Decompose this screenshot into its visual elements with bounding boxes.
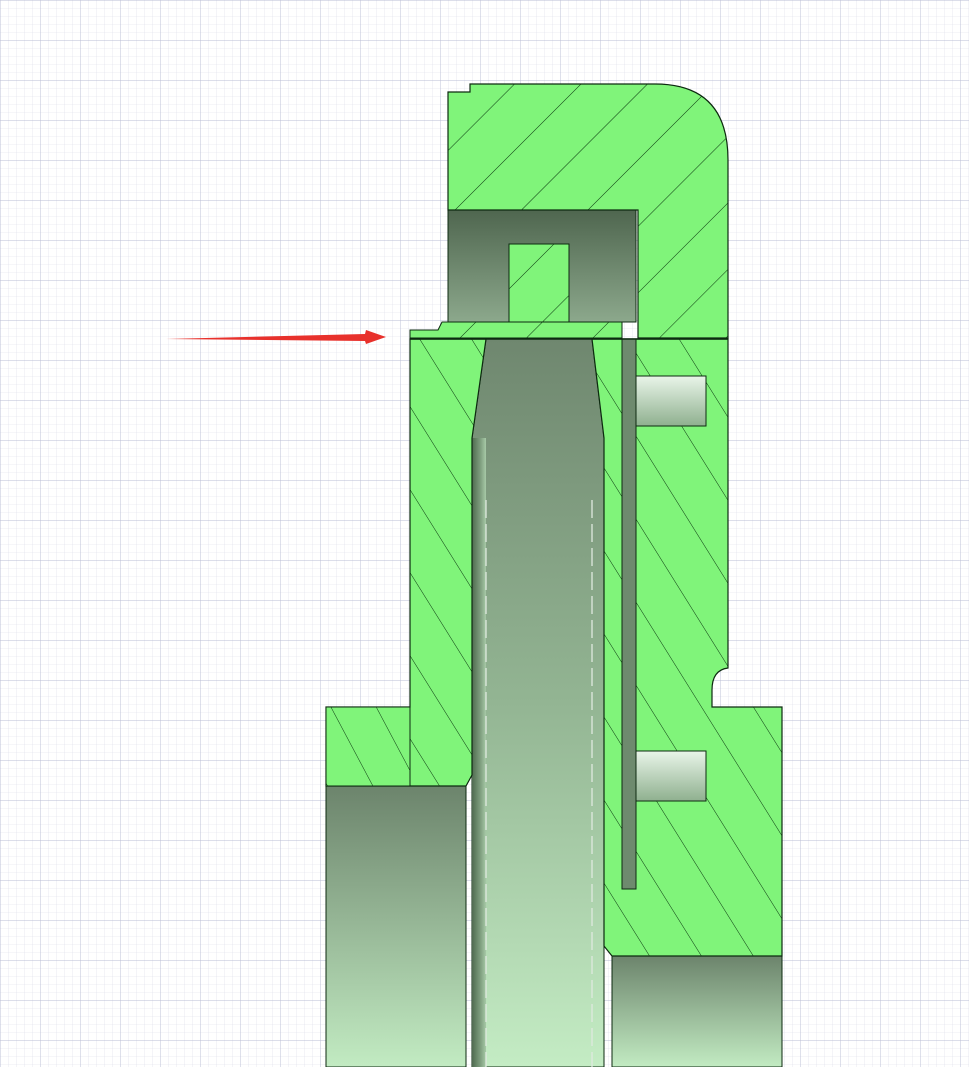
cap-lip [409,321,623,339]
pin-groove [621,338,637,890]
lower-left-bore [325,785,467,1067]
tube-bore [471,338,605,1067]
lower-dowel-hole [635,750,707,802]
lower-right-bore [611,955,783,1067]
flange [325,706,411,787]
tube-bore-shadow [472,438,486,1067]
cad-viewport[interactable] [0,0,969,1067]
section-view-canvas [0,0,969,1067]
cap-boss [508,243,570,325]
upper-dowel-hole [635,375,707,427]
